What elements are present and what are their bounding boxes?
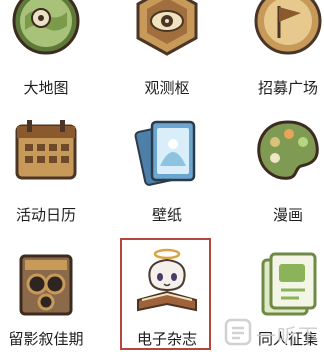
menu-item-label: 漫画 xyxy=(272,206,303,224)
watermark-logo-icon xyxy=(224,318,252,346)
menu-item-observation[interactable]: 观测枢 xyxy=(107,0,227,104)
menu-item-label: 壁纸 xyxy=(151,206,182,224)
menu-item-event-calendar[interactable]: 活动日历 xyxy=(0,106,106,224)
camera-icon xyxy=(19,254,73,316)
menu-item-recruit[interactable]: 招募广场 xyxy=(228,0,324,104)
observation-eye-icon xyxy=(136,0,198,56)
menu-item-photo-memories[interactable]: 留影叙佳期 xyxy=(0,236,106,352)
selection-highlight xyxy=(120,238,211,350)
menu-item-label: 招募广场 xyxy=(257,79,318,97)
menu-item-comics[interactable]: 漫画 xyxy=(228,106,324,224)
watermark: 一听下 xyxy=(224,316,324,352)
watermark-text: 一听下 xyxy=(256,324,319,348)
feature-menu-grid: 大地图 观测枢 招募广场 活动日历 壁纸 漫画 留影叙佳期 电子杂志 同人征集 … xyxy=(0,0,324,352)
menu-item-wallpaper[interactable]: 壁纸 xyxy=(107,106,227,224)
fan-collection-icon xyxy=(261,252,317,316)
recruit-flag-icon xyxy=(254,0,322,55)
menu-item-label: 大地图 xyxy=(23,79,69,97)
wallpaper-card-icon xyxy=(134,120,196,186)
menu-item-world-map[interactable]: 大地图 xyxy=(0,0,106,104)
world-map-icon xyxy=(12,0,80,55)
menu-item-label: 活动日历 xyxy=(15,206,76,224)
calendar-icon xyxy=(15,120,77,180)
palette-icon xyxy=(257,120,319,180)
menu-item-label: 留影叙佳期 xyxy=(8,330,84,348)
menu-item-label: 观测枢 xyxy=(144,79,190,97)
